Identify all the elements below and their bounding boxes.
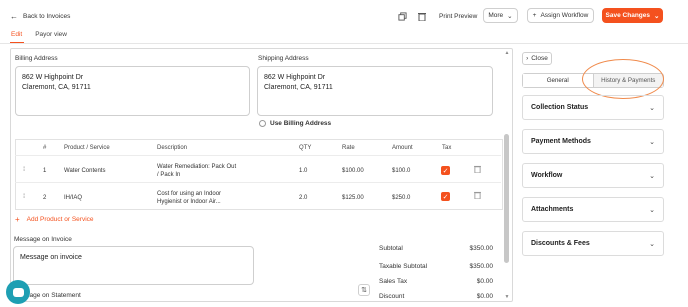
chevron-down-icon: ⌄ (649, 206, 655, 214)
discount-label: Discount (379, 293, 405, 300)
row1-tax-checkbox[interactable]: ✓ (441, 166, 450, 175)
close-panel-button[interactable]: › Close (522, 52, 552, 65)
col-header-description: Description (157, 145, 188, 151)
section-collection-status[interactable]: Collection Status ⌄ (522, 95, 664, 120)
back-to-invoices-link[interactable]: ← Back to Invoices (10, 12, 70, 21)
row2-desc-line1: Cost for using an Indoor (157, 191, 222, 197)
row1-product[interactable]: Water Contents (64, 167, 105, 175)
row2-tax-checkbox[interactable]: ✓ (441, 192, 450, 201)
view-tabs: Edit Payor view (11, 31, 67, 38)
subtotal-value: $350.00 (469, 245, 494, 252)
row1-delete-icon[interactable] (474, 165, 481, 175)
section-label: Attachments (531, 206, 574, 213)
section-discounts-fees[interactable]: Discounts & Fees ⌄ (522, 231, 664, 256)
drag-handle-icon[interactable]: ⁞⁞ (23, 167, 26, 173)
billing-address-label: Billing Address (15, 55, 58, 62)
swap-vertical-icon[interactable]: ⇅ (358, 284, 370, 296)
plus-icon: + (15, 215, 20, 224)
chevron-down-icon: ⌄ (649, 240, 655, 248)
highlight-annotation (582, 59, 664, 99)
section-payment-methods[interactable]: Payment Methods ⌄ (522, 129, 664, 154)
section-attachments[interactable]: Attachments ⌄ (522, 197, 664, 222)
row1-desc-line1: Water Remediation: Pack Out (157, 164, 237, 170)
row2-number: 2 (43, 195, 47, 201)
header-divider (0, 43, 688, 44)
row1-number: 1 (43, 168, 47, 174)
chevron-down-icon: ⌄ (653, 12, 660, 20)
row1-qty[interactable]: 1.0 (299, 167, 307, 175)
row2-qty[interactable]: 2.0 (299, 194, 307, 202)
row1-description[interactable]: Water Remediation: Pack Out / Pack In (157, 163, 236, 179)
chevron-down-icon: ⌄ (507, 12, 513, 20)
more-label: More (488, 12, 504, 19)
shipping-address-label: Shipping Address (258, 55, 309, 62)
trash-icon[interactable] (415, 9, 429, 23)
row2-delete-icon[interactable] (474, 191, 481, 201)
section-workflow[interactable]: Workflow ⌄ (522, 163, 664, 188)
row1-desc-line2: / Pack In (157, 172, 181, 178)
section-label: Discounts & Fees (531, 240, 590, 247)
taxable-subtotal-value: $350.00 (469, 263, 494, 270)
back-label: Back to Invoices (23, 13, 71, 20)
taxable-subtotal-label: Taxable Subtotal (379, 263, 428, 270)
section-label: Collection Status (531, 104, 589, 111)
shipping-line1: 862 W Highpoint Dr (264, 74, 326, 81)
message-invoice-label: Message on Invoice (14, 236, 72, 243)
chevron-down-icon: ⌄ (649, 172, 655, 180)
col-header-amount: Amount (392, 145, 413, 151)
sales-tax-label: Sales Tax (379, 278, 408, 285)
chevron-right-icon: › (526, 55, 529, 62)
chevron-down-icon: ⌄ (649, 104, 655, 112)
use-billing-checkbox[interactable] (259, 120, 266, 127)
assign-workflow-button[interactable]: + Assign Workflow (527, 8, 594, 23)
save-changes-button[interactable]: Save Changes ⌄ (602, 8, 663, 23)
chevron-down-icon: ⌄ (649, 138, 655, 146)
scroll-up-icon[interactable]: ▲ (503, 50, 511, 56)
row1-rate[interactable]: $100.00 (342, 167, 364, 175)
col-header-number: # (43, 145, 47, 151)
section-label: Payment Methods (531, 138, 591, 145)
subtotal-label: Subtotal (379, 245, 403, 252)
row2-description[interactable]: Cost for using an Indoor Hygienist or In… (157, 190, 221, 206)
billing-line1: 862 W Highpoint Dr (22, 74, 84, 81)
col-header-product: Product / Service (64, 145, 110, 151)
row2-amount: $250.0 (392, 195, 411, 201)
billing-line2: Claremont, CA, 91711 (22, 84, 91, 91)
table-row-divider (15, 182, 501, 183)
message-invoice-value: Message on invoice (20, 254, 82, 261)
chat-support-button[interactable] (6, 280, 30, 304)
scroll-down-icon[interactable]: ▼ (503, 294, 511, 300)
close-label: Close (531, 55, 548, 62)
add-product-button[interactable]: + Add Product or Service (15, 215, 94, 224)
plus-icon: + (532, 12, 537, 19)
assign-label: Assign Workflow (540, 12, 589, 19)
row2-rate[interactable]: $125.00 (342, 194, 364, 202)
tab-edit[interactable]: Edit (11, 31, 22, 38)
more-button[interactable]: More ⌄ (483, 8, 518, 23)
drag-handle-icon[interactable]: ⁞⁞ (23, 194, 26, 200)
section-label: Workflow (531, 172, 563, 179)
shipping-address-field[interactable]: 862 W Highpoint Dr Claremont, CA, 91711 (257, 66, 493, 116)
table-header-divider (15, 155, 501, 156)
tab-payor-view[interactable]: Payor view (35, 31, 67, 38)
save-label: Save Changes (605, 12, 650, 19)
col-header-rate: Rate (342, 145, 355, 151)
chat-icon (12, 287, 24, 297)
copy-icon[interactable] (395, 9, 409, 23)
add-product-label: Add Product or Service (26, 216, 94, 223)
col-header-tax: Tax (442, 145, 452, 151)
row2-product[interactable]: IH/IAQ (64, 194, 82, 202)
row2-desc-line2: Hygienist or Indoor Air... (157, 199, 221, 205)
message-invoice-field[interactable]: Message on invoice (13, 246, 254, 285)
discount-value: $0.00 (476, 293, 493, 300)
scrollbar-thumb[interactable] (504, 134, 509, 263)
arrow-left-icon: ← (10, 12, 18, 21)
row1-amount: $100.0 (392, 168, 411, 174)
use-billing-label: Use Billing Address (270, 120, 332, 127)
col-header-qty: QTY (299, 145, 312, 151)
billing-address-field[interactable]: 862 W Highpoint Dr Claremont, CA, 91711 (15, 66, 250, 116)
print-preview-button[interactable]: Print Preview (439, 13, 477, 20)
sales-tax-value: $0.00 (476, 278, 493, 285)
shipping-line2: Claremont, CA, 91711 (264, 84, 333, 91)
